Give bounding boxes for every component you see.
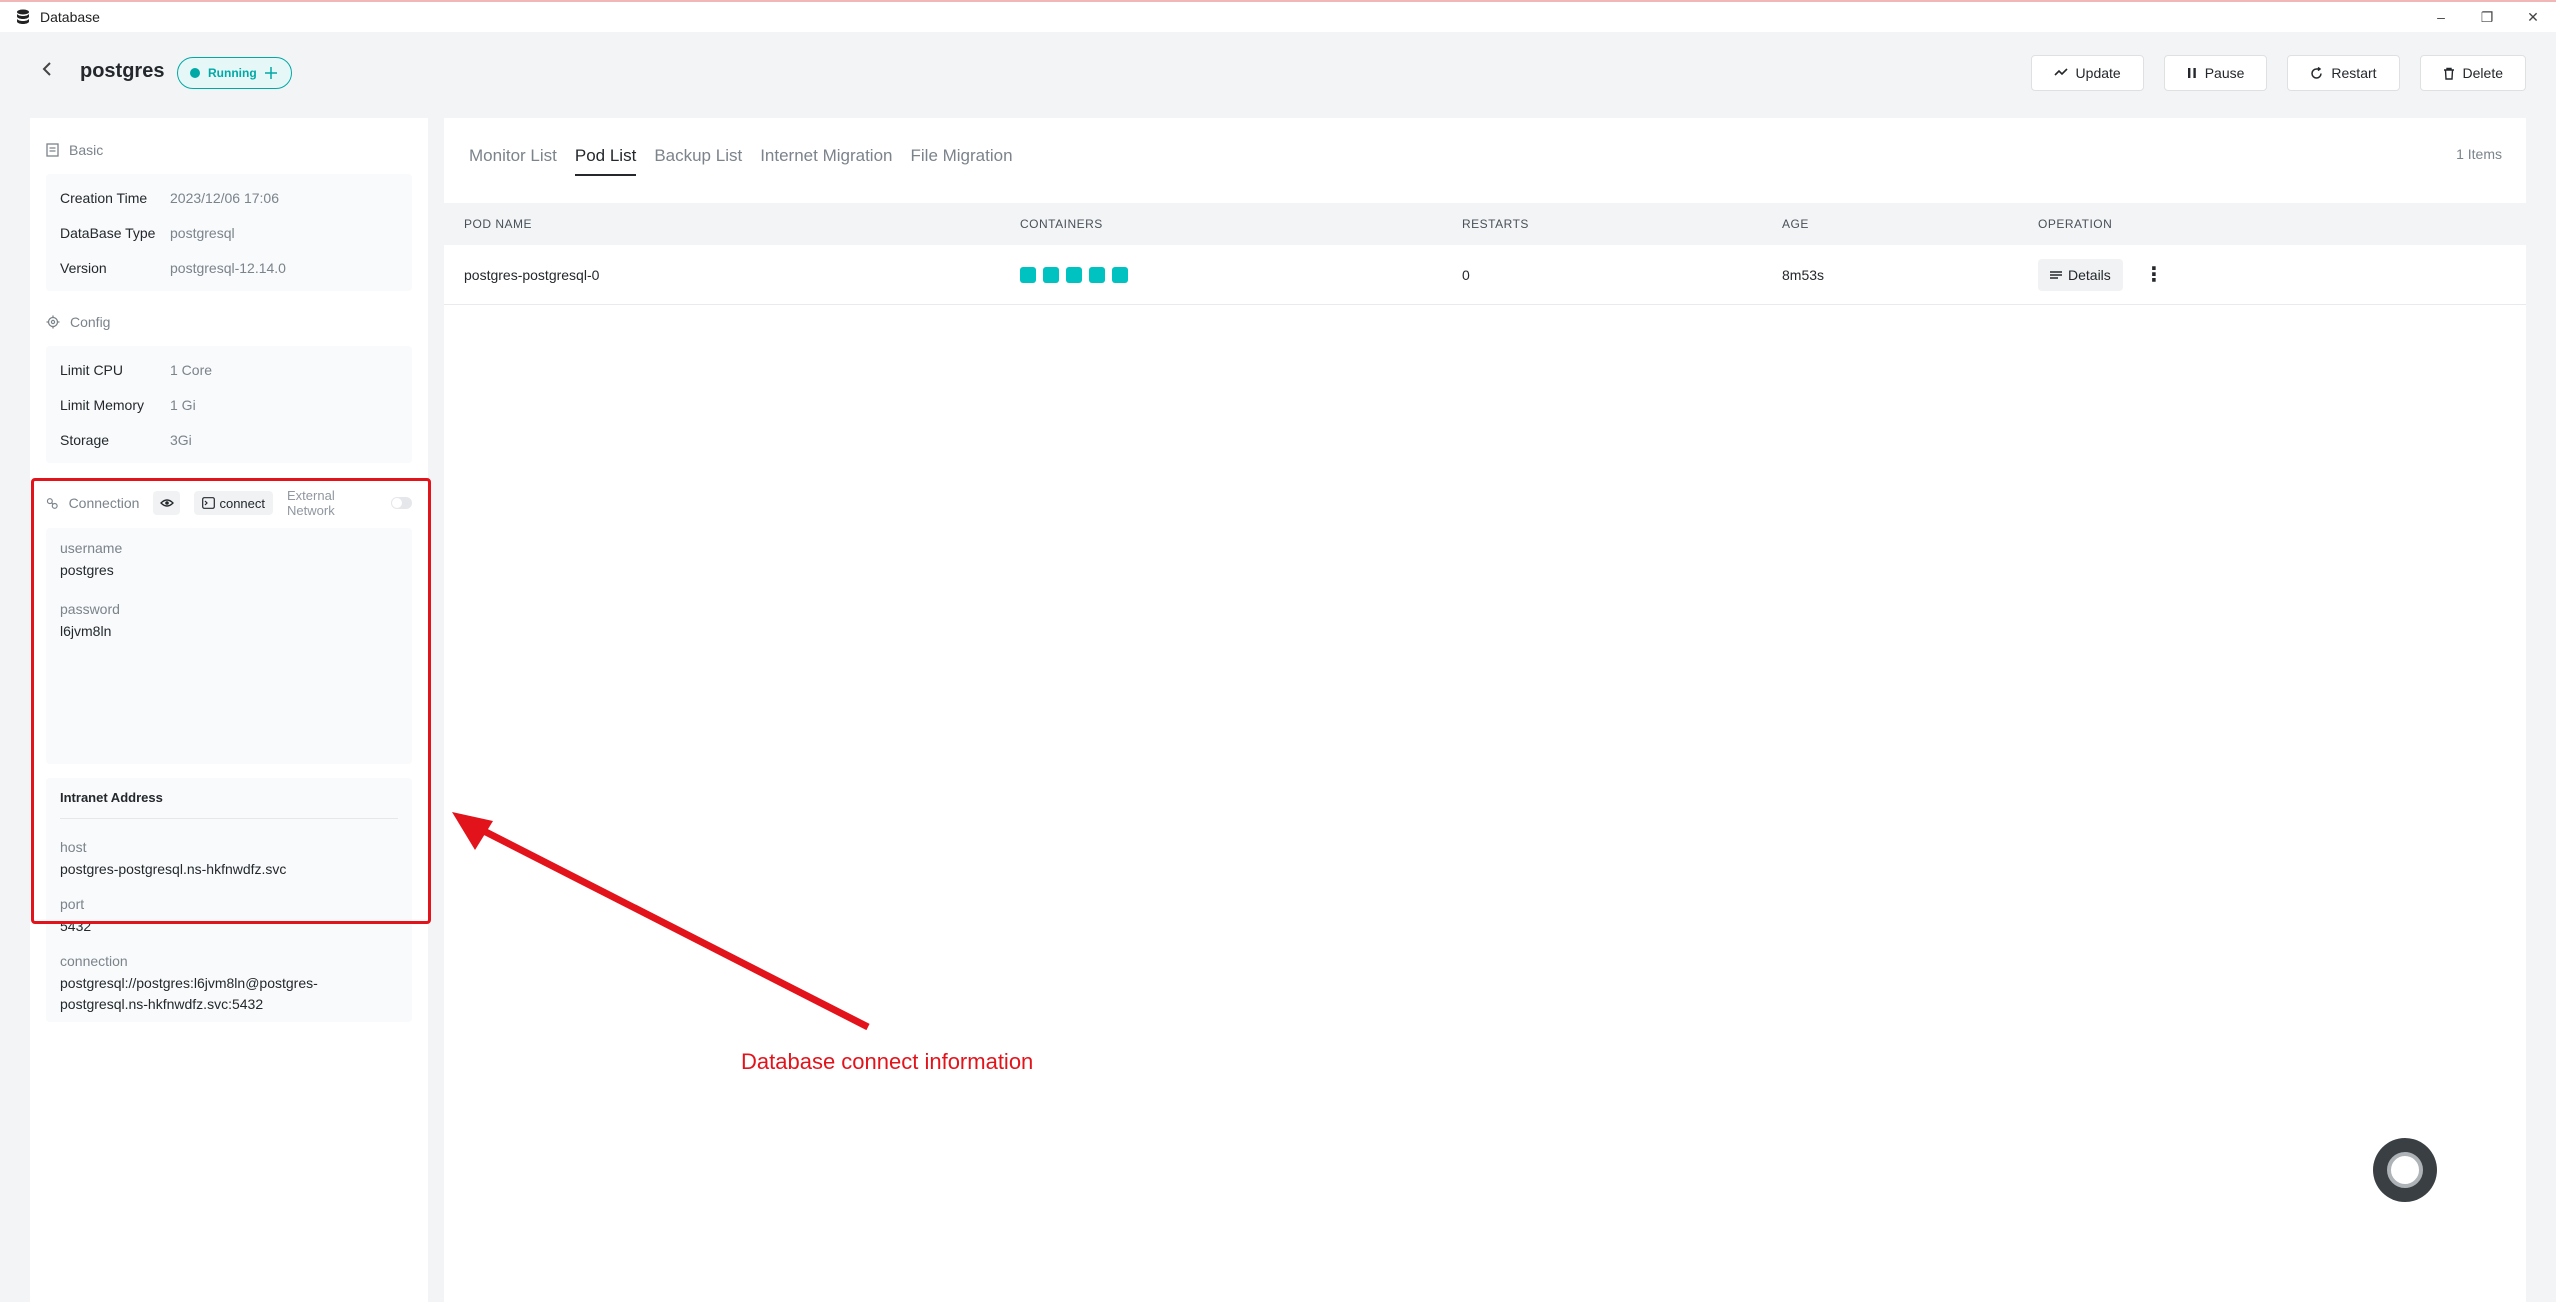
- restart-icon: [2311, 66, 2323, 79]
- gear-icon: [46, 315, 60, 329]
- status-text: Running: [208, 66, 257, 80]
- update-label: Update: [2075, 65, 2121, 81]
- config-info-box: Limit CPU 1 Core Limit Memory 1 Gi Storage…: [46, 346, 412, 463]
- trash-icon: [2443, 67, 2454, 80]
- info-label: Creation Time: [60, 189, 148, 206]
- column-header: CONTAINERS: [1020, 217, 1103, 231]
- column-header: OPERATION: [2038, 217, 2113, 231]
- tab-backup-list[interactable]: Backup List: [654, 146, 742, 176]
- info-value: postgresql-12.14.0: [170, 259, 286, 276]
- connection-string-field: connection postgresql://postgres:l6jvm8l…: [60, 953, 398, 1015]
- pod-name: postgres-postgresql-0: [464, 266, 600, 283]
- info-row: Limit Memory 1 Gi: [60, 387, 398, 422]
- back-button[interactable]: [36, 58, 58, 80]
- list-icon: [2050, 270, 2062, 279]
- info-row: Storage 3Gi: [60, 422, 398, 457]
- minimize-button[interactable]: –: [2418, 2, 2464, 32]
- details-label: Details: [2068, 266, 2111, 283]
- connection-string-line: postgresql://postgres:l6jvm8ln@postgres-: [60, 975, 318, 991]
- database-icon: [17, 9, 29, 24]
- pause-label: Pause: [2204, 65, 2245, 81]
- basic-info-box: Creation Time 2023/12/06 17:06 DataBase T…: [46, 174, 412, 291]
- basic-section-title: Basic: [46, 142, 103, 158]
- update-button[interactable]: Update: [2030, 55, 2144, 91]
- info-row: Creation Time 2023/12/06 17:06: [60, 180, 398, 215]
- details-button[interactable]: Details: [2038, 258, 2123, 291]
- info-value: 1 Gi: [170, 396, 196, 413]
- info-row: DataBase Type postgresql: [60, 215, 398, 250]
- page-title: postgres: [80, 60, 165, 82]
- delete-label: Delete: [2462, 65, 2503, 81]
- config-section-title: Config: [46, 314, 110, 330]
- connection-string-line: postgresql.ns-hkfnwdfz.svc:5432: [60, 996, 264, 1012]
- tab-internet-migration[interactable]: Internet Migration: [760, 146, 892, 176]
- info-value: 1 Core: [170, 361, 213, 378]
- delete-button[interactable]: Delete: [2419, 55, 2526, 91]
- sparkle-icon: [264, 67, 277, 79]
- container-status-indicator[interactable]: [1043, 267, 1059, 284]
- connection-string-value[interactable]: postgresql://postgres:l6jvm8ln@postgres-…: [60, 973, 398, 1015]
- restore-button[interactable]: ❐: [2464, 2, 2510, 32]
- container-status-indicator[interactable]: [1066, 267, 1082, 284]
- document-icon: [46, 143, 59, 157]
- annotation-text: Database connect information: [741, 1049, 1034, 1074]
- restarts-cell: 0: [1462, 266, 1470, 283]
- annotation-highlight-box: [31, 478, 431, 924]
- config-title: Config: [70, 314, 111, 330]
- more-options-icon[interactable]: ⋮: [2144, 262, 2164, 287]
- status-badge[interactable]: Running: [177, 57, 292, 89]
- column-header: AGE: [1782, 217, 1809, 231]
- basic-title: Basic: [69, 142, 104, 158]
- info-label: Version: [60, 259, 107, 276]
- tab-pod-list[interactable]: Pod List: [574, 146, 637, 176]
- info-row: Version postgresql-12.14.0: [60, 250, 398, 285]
- tab-file-migration[interactable]: File Migration: [911, 146, 1013, 176]
- info-value: 3Gi: [170, 431, 192, 448]
- tab-bar: Monitor List Pod List Backup List Intern…: [469, 146, 1013, 176]
- assistant-icon: [2387, 1152, 2423, 1188]
- page-header: postgres Running Update Pause Restart De…: [0, 32, 2556, 116]
- chevron-left-icon: [42, 62, 51, 76]
- table-header: POD NAME CONTAINERS RESTARTS AGE OPERATI…: [444, 203, 2526, 245]
- table-row: postgres-postgresql-0 0 8m53s Details ⋮: [444, 245, 2526, 305]
- column-header: POD NAME: [464, 217, 533, 231]
- info-label: Limit CPU: [60, 361, 124, 378]
- age-cell: 8m53s: [1782, 266, 1825, 283]
- info-label: DataBase Type: [60, 224, 156, 241]
- restart-label: Restart: [2331, 65, 2377, 81]
- main-panel: Monitor List Pod List Backup List Intern…: [444, 118, 2526, 1302]
- info-label: Limit Memory: [60, 396, 145, 413]
- info-value: postgresql: [170, 224, 235, 241]
- column-header: RESTARTS: [1462, 217, 1529, 231]
- floating-assistant-button[interactable]: [2373, 1138, 2437, 1202]
- pause-button[interactable]: Pause: [2163, 55, 2268, 91]
- info-value: 2023/12/06 17:06: [170, 189, 279, 206]
- status-dot: [190, 68, 200, 78]
- items-count: 1 Items: [2456, 146, 2502, 162]
- container-status-indicator[interactable]: [1020, 267, 1036, 284]
- title-bar: Database – ❐ ✕: [0, 2, 2556, 32]
- container-status-indicator[interactable]: [1089, 267, 1105, 284]
- info-label: Storage: [60, 431, 110, 448]
- container-status-indicator[interactable]: [1112, 267, 1128, 284]
- restart-button[interactable]: Restart: [2287, 55, 2400, 91]
- window-title: Database: [40, 9, 100, 25]
- update-icon: [2053, 68, 2068, 76]
- pause-icon: [2187, 68, 2196, 78]
- connection-string-label: connection: [60, 953, 128, 969]
- tab-monitor-list[interactable]: Monitor List: [469, 146, 557, 176]
- info-row: Limit CPU 1 Core: [60, 352, 398, 387]
- containers-cell: [1020, 266, 1135, 284]
- close-button[interactable]: ✕: [2510, 2, 2556, 32]
